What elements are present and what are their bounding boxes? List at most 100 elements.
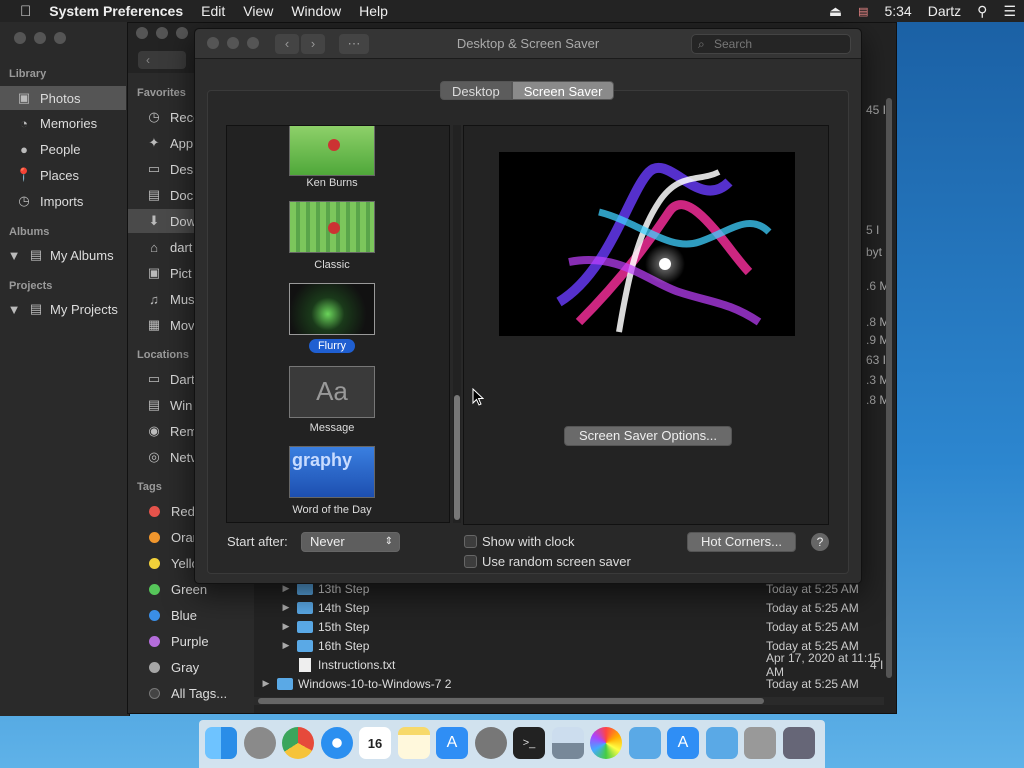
sidebar-item-all-tags[interactable]: All Tags...	[128, 681, 254, 705]
classic-thumbnail[interactable]	[289, 201, 375, 253]
tab-desktop[interactable]: Desktop	[440, 81, 512, 100]
pin-icon: 📍	[15, 167, 33, 182]
search-input[interactable]: ⌕ Search	[691, 34, 851, 54]
clock-time[interactable]: 5:34	[876, 3, 919, 19]
help-button[interactable]: ?	[811, 533, 829, 551]
list-scrollbar[interactable]	[453, 125, 461, 523]
table-row[interactable]: Instructions.txt Apr 17, 2020 at 11:15 AM…	[254, 651, 884, 679]
minimize-button[interactable]	[156, 27, 168, 39]
menu-view[interactable]: View	[234, 3, 282, 19]
ken-burns-thumbnail[interactable]	[289, 126, 375, 176]
window-toolbar: ‹ › ⋯ Desktop & Screen Saver ⌕ Search	[195, 29, 861, 59]
search-icon[interactable]: ⚲	[969, 3, 995, 20]
table-row[interactable]: ▶ 14th Step Today at 5:25 AM	[254, 598, 884, 617]
show-with-clock-checkbox[interactable]	[464, 535, 477, 548]
message-thumbnail[interactable]: Aa	[289, 366, 375, 418]
file-date: Today at 5:25 AM	[766, 619, 859, 634]
folder-icon	[297, 620, 313, 633]
disclosure-triangle-icon[interactable]: ▶	[280, 640, 292, 651]
favorite-icon: ▦	[147, 317, 161, 332]
sidebar-item-people[interactable]: ● People	[0, 137, 126, 161]
tab-screen-saver[interactable]: Screen Saver	[511, 81, 615, 100]
sidebar-item-places[interactable]: 📍 Places	[0, 163, 126, 187]
file-size-partial: byt	[866, 245, 883, 259]
sidebar-item-tag[interactable]: Gray	[128, 655, 254, 679]
minimize-button[interactable]	[34, 32, 46, 44]
launchpad-icon[interactable]	[243, 727, 276, 759]
photos-icon[interactable]	[590, 727, 622, 759]
folder-icon[interactable]	[628, 727, 661, 759]
table-row[interactable]: ▶ 15th Step Today at 5:25 AM	[254, 617, 884, 636]
apple-icon[interactable]: 	[0, 3, 40, 20]
file-date: Today at 5:25 AM	[766, 676, 859, 691]
notes-icon[interactable]	[397, 727, 430, 759]
menu-edit[interactable]: Edit	[192, 3, 234, 19]
trash-icon[interactable]	[744, 727, 776, 759]
sidebar-item-my-albums[interactable]: ▼ ▤ My Albums	[0, 243, 126, 267]
flag-icon[interactable]: ▤	[850, 5, 876, 18]
sidebar-item-my-projects[interactable]: ▼ ▤ My Projects	[0, 297, 126, 321]
show-with-clock-label[interactable]: Show with clock	[482, 534, 574, 549]
folder-icon	[297, 582, 313, 595]
rocket-icon[interactable]	[782, 727, 815, 759]
favorite-icon: ◷	[148, 109, 160, 124]
horizontal-scrollbar[interactable]	[254, 697, 884, 705]
disclosure-triangle-icon[interactable]: ▶	[280, 621, 292, 632]
hot-corners-button[interactable]: Hot Corners...	[687, 532, 796, 552]
file-name: 16th Step	[318, 638, 370, 653]
screen-saver-list[interactable]: Ken Burns Classic Flurry Aa Message grap…	[226, 125, 450, 523]
close-button[interactable]	[14, 32, 26, 44]
list-icon[interactable]: ☰	[995, 3, 1024, 20]
sysprefs-icon[interactable]	[474, 727, 507, 759]
saver-label-message: Message	[309, 422, 355, 434]
table-row[interactable]: ▶ Windows-10-to-Windows-7 2 Today at 5:25 …	[254, 674, 884, 693]
random-saver-checkbox[interactable]	[464, 555, 477, 568]
disclosure-triangle-icon[interactable]: ▶	[280, 583, 292, 594]
favorite-icon: ⬇	[148, 213, 160, 228]
screen-saver-options-button[interactable]: Screen Saver Options...	[564, 426, 732, 446]
favorite-icon: ▤	[147, 187, 161, 202]
chrome-icon[interactable]	[282, 727, 314, 759]
eject-icon[interactable]: ⏏	[821, 3, 850, 20]
albums-title: Albums	[9, 226, 50, 238]
ladybug-icon	[328, 222, 340, 234]
tags-title: Tags	[137, 481, 162, 493]
disclosure-icon[interactable]: ▼	[6, 301, 22, 317]
location-icon: ◎	[148, 449, 160, 464]
word-of-the-day-thumbnail[interactable]: graphy	[289, 446, 375, 498]
folder-icon[interactable]	[705, 727, 738, 759]
safari-icon[interactable]	[320, 727, 353, 759]
appstore-icon[interactable]: A	[667, 727, 699, 759]
vertical-scrollbar[interactable]	[886, 98, 892, 678]
tag-color-icon	[149, 531, 160, 543]
menu-help[interactable]: Help	[350, 3, 397, 19]
tag-color-icon	[149, 505, 160, 517]
user-name[interactable]: Dartz	[920, 3, 969, 19]
saver-label-ken-burns: Ken Burns	[306, 177, 358, 189]
disclosure-icon[interactable]: ▼	[6, 247, 22, 263]
sidebar-item-imports[interactable]: ◷ Imports	[0, 189, 126, 213]
disclosure-triangle-icon[interactable]: ▶	[260, 678, 272, 689]
close-button[interactable]	[136, 27, 148, 39]
zoom-button[interactable]	[54, 32, 66, 44]
random-saver-label[interactable]: Use random screen saver	[482, 554, 631, 569]
favorite-icon: ▣	[147, 265, 161, 280]
file-name: Instructions.txt	[318, 657, 396, 672]
sidebar-item-tag[interactable]: Blue	[128, 603, 254, 627]
start-after-select[interactable]: Never ⇕	[301, 532, 400, 552]
back-button[interactable]: ‹	[138, 51, 186, 69]
zoom-button[interactable]	[176, 27, 188, 39]
sidebar-item-memories[interactable]: ◔ Memories	[0, 111, 126, 135]
terminal-icon[interactable]: >_	[513, 727, 545, 759]
sidebar-item-photos[interactable]: ▣ Photos	[0, 86, 126, 110]
tab-bar: Desktop Screen Saver	[440, 81, 615, 100]
finder-icon[interactable]	[205, 727, 237, 759]
flurry-thumbnail[interactable]	[289, 283, 375, 335]
preview-icon[interactable]	[551, 727, 584, 759]
calendar-icon[interactable]: 16	[359, 727, 391, 759]
sidebar-item-tag[interactable]: Purple	[128, 629, 254, 653]
menu-window[interactable]: Window	[282, 3, 350, 19]
menu-app-name[interactable]: System Preferences	[40, 3, 192, 19]
appstore-icon[interactable]: A	[436, 727, 468, 759]
disclosure-triangle-icon[interactable]: ▶	[280, 602, 292, 613]
